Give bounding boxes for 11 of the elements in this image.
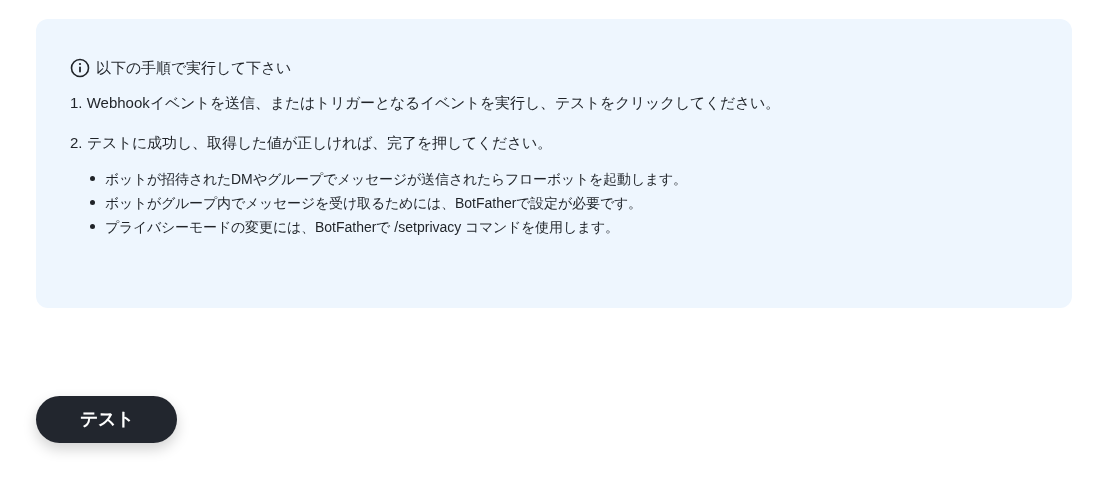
bullet-icon [90, 176, 95, 181]
step-text: 2. テストに成功し、取得した値が正しければ、完了を押してください。 [70, 132, 553, 153]
bullet-icon [90, 200, 95, 205]
note-text: プライバシーモードの変更には、BotFatherで /setprivacy コマンドを使用します。 [105, 217, 620, 237]
note-text: ボットがグループ内でメッセージを受け取るためには、BotFatherで設定が必要です。 [105, 193, 643, 213]
bullet-icon [90, 224, 95, 229]
note-text: ボットが招待されたDMやグループでメッセージが送信されたらフローボットを起動します。 [105, 169, 687, 189]
test-button[interactable]: テスト [36, 396, 177, 443]
info-icon [70, 58, 90, 79]
step-text: 1. Webhookイベントを送信、またはトリガーとなるイベントを実行し、テストをクリックしてください。 [70, 92, 781, 113]
notice-title: 以下の手順で実行して下さい [96, 58, 291, 78]
